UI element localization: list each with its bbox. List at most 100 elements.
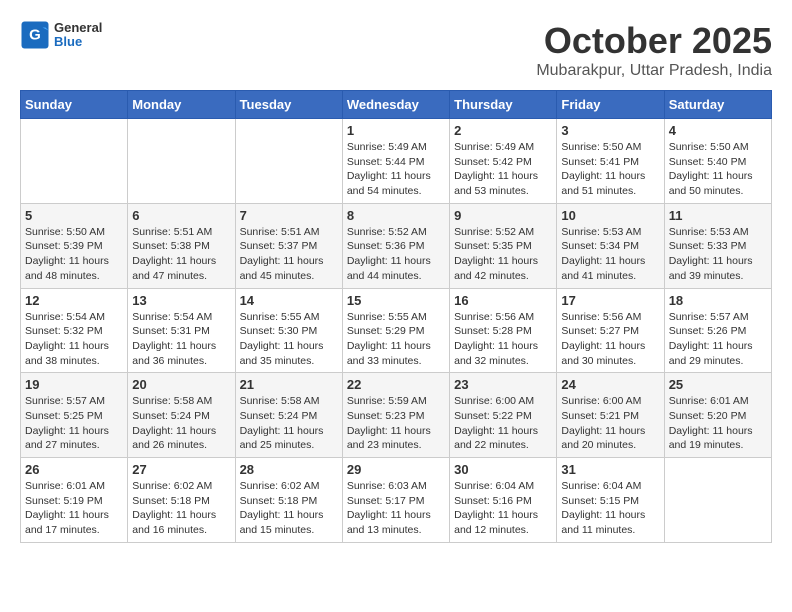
day-info: Sunrise: 6:02 AM Sunset: 5:18 PM Dayligh… — [240, 479, 338, 538]
calendar-cell: 5 Sunrise: 5:50 AM Sunset: 5:39 PM Daylig… — [21, 203, 128, 288]
calendar-cell: 18 Sunrise: 5:57 AM Sunset: 5:26 PM Dayli… — [664, 288, 771, 373]
calendar-cell: 4Sunrise: 5:50 AM Sunset: 5:40 PM Daylig… — [664, 119, 771, 204]
svg-text:G: G — [29, 27, 41, 44]
title-area: October 2025 Mubarakpur, Uttar Pradesh, … — [536, 20, 772, 80]
day-info: Sunrise: 5:50 AM Sunset: 5:39 PM Dayligh… — [25, 225, 123, 284]
calendar-week-4: 19Sunrise: 5:57 AM Sunset: 5:25 PM Dayli… — [21, 373, 772, 458]
day-header-monday: Monday — [128, 91, 235, 119]
calendar-cell — [235, 119, 342, 204]
calendar-week-3: 12 Sunrise: 5:54 AM Sunset: 5:32 PM Dayli… — [21, 288, 772, 373]
day-info: Sunrise: 5:49 AM Sunset: 5:42 PM Dayligh… — [454, 140, 552, 199]
calendar-cell: 19Sunrise: 5:57 AM Sunset: 5:25 PM Dayli… — [21, 373, 128, 458]
calendar-cell: 21 Sunrise: 5:58 AM Sunset: 5:24 PM Dayli… — [235, 373, 342, 458]
day-number: 1 — [347, 123, 445, 138]
day-info: Sunrise: 5:55 AM Sunset: 5:30 PM Dayligh… — [240, 310, 338, 369]
day-number: 5 — [25, 208, 123, 223]
day-number: 18 — [669, 293, 767, 308]
day-number: 10 — [561, 208, 659, 223]
calendar-cell — [128, 119, 235, 204]
day-info: Sunrise: 5:58 AM Sunset: 5:24 PM Dayligh… — [240, 394, 338, 453]
calendar-cell: 20 Sunrise: 5:58 AM Sunset: 5:24 PM Dayli… — [128, 373, 235, 458]
day-number: 15 — [347, 293, 445, 308]
day-number: 17 — [561, 293, 659, 308]
calendar-week-5: 26 Sunrise: 6:01 AM Sunset: 5:19 PM Dayli… — [21, 458, 772, 543]
day-info: Sunrise: 5:59 AM Sunset: 5:23 PM Dayligh… — [347, 394, 445, 453]
logo-blue: Blue — [54, 35, 102, 49]
day-header-wednesday: Wednesday — [342, 91, 449, 119]
day-info: Sunrise: 5:57 AM Sunset: 5:25 PM Dayligh… — [25, 394, 123, 453]
logo-icon: G — [20, 20, 50, 50]
calendar-cell: 16Sunrise: 5:56 AM Sunset: 5:28 PM Dayli… — [450, 288, 557, 373]
day-header-friday: Friday — [557, 91, 664, 119]
day-info: Sunrise: 5:50 AM Sunset: 5:40 PM Dayligh… — [669, 140, 767, 199]
calendar-cell: 11Sunrise: 5:53 AM Sunset: 5:33 PM Dayli… — [664, 203, 771, 288]
page-header: G General Blue October 2025 Mubarakpur, … — [20, 20, 772, 80]
day-info: Sunrise: 6:01 AM Sunset: 5:20 PM Dayligh… — [669, 394, 767, 453]
calendar-cell: 14 Sunrise: 5:55 AM Sunset: 5:30 PM Dayli… — [235, 288, 342, 373]
day-number: 24 — [561, 377, 659, 392]
day-number: 29 — [347, 462, 445, 477]
calendar-cell — [21, 119, 128, 204]
location-subtitle: Mubarakpur, Uttar Pradesh, India — [536, 62, 772, 80]
day-info: Sunrise: 6:00 AM Sunset: 5:22 PM Dayligh… — [454, 394, 552, 453]
day-info: Sunrise: 5:51 AM Sunset: 5:37 PM Dayligh… — [240, 225, 338, 284]
logo-general: General — [54, 21, 102, 35]
day-number: 14 — [240, 293, 338, 308]
calendar-header-row: SundayMondayTuesdayWednesdayThursdayFrid… — [21, 91, 772, 119]
calendar-cell: 1Sunrise: 5:49 AM Sunset: 5:44 PM Daylig… — [342, 119, 449, 204]
calendar-cell: 17 Sunrise: 5:56 AM Sunset: 5:27 PM Dayli… — [557, 288, 664, 373]
calendar-cell: 30Sunrise: 6:04 AM Sunset: 5:16 PM Dayli… — [450, 458, 557, 543]
calendar-cell: 9 Sunrise: 5:52 AM Sunset: 5:35 PM Daylig… — [450, 203, 557, 288]
calendar-cell: 6Sunrise: 5:51 AM Sunset: 5:38 PM Daylig… — [128, 203, 235, 288]
day-number: 11 — [669, 208, 767, 223]
calendar-cell: 25 Sunrise: 6:01 AM Sunset: 5:20 PM Dayli… — [664, 373, 771, 458]
day-info: Sunrise: 5:54 AM Sunset: 5:32 PM Dayligh… — [25, 310, 123, 369]
day-info: Sunrise: 5:55 AM Sunset: 5:29 PM Dayligh… — [347, 310, 445, 369]
day-number: 16 — [454, 293, 552, 308]
day-info: Sunrise: 5:54 AM Sunset: 5:31 PM Dayligh… — [132, 310, 230, 369]
day-info: Sunrise: 6:04 AM Sunset: 5:15 PM Dayligh… — [561, 479, 659, 538]
day-info: Sunrise: 6:01 AM Sunset: 5:19 PM Dayligh… — [25, 479, 123, 538]
day-header-saturday: Saturday — [664, 91, 771, 119]
day-info: Sunrise: 5:51 AM Sunset: 5:38 PM Dayligh… — [132, 225, 230, 284]
calendar-cell: 29 Sunrise: 6:03 AM Sunset: 5:17 PM Dayli… — [342, 458, 449, 543]
day-header-thursday: Thursday — [450, 91, 557, 119]
day-number: 21 — [240, 377, 338, 392]
day-info: Sunrise: 5:57 AM Sunset: 5:26 PM Dayligh… — [669, 310, 767, 369]
day-number: 8 — [347, 208, 445, 223]
day-number: 27 — [132, 462, 230, 477]
calendar-cell: 22Sunrise: 5:59 AM Sunset: 5:23 PM Dayli… — [342, 373, 449, 458]
calendar-week-1: 1Sunrise: 5:49 AM Sunset: 5:44 PM Daylig… — [21, 119, 772, 204]
day-number: 25 — [669, 377, 767, 392]
day-info: Sunrise: 6:03 AM Sunset: 5:17 PM Dayligh… — [347, 479, 445, 538]
logo: G General Blue — [20, 20, 102, 50]
calendar-table: SundayMondayTuesdayWednesdayThursdayFrid… — [20, 90, 772, 543]
day-number: 13 — [132, 293, 230, 308]
day-header-tuesday: Tuesday — [235, 91, 342, 119]
day-info: Sunrise: 5:50 AM Sunset: 5:41 PM Dayligh… — [561, 140, 659, 199]
day-number: 26 — [25, 462, 123, 477]
day-header-sunday: Sunday — [21, 91, 128, 119]
day-info: Sunrise: 5:52 AM Sunset: 5:35 PM Dayligh… — [454, 225, 552, 284]
day-info: Sunrise: 5:58 AM Sunset: 5:24 PM Dayligh… — [132, 394, 230, 453]
day-number: 12 — [25, 293, 123, 308]
day-number: 30 — [454, 462, 552, 477]
calendar-cell — [664, 458, 771, 543]
calendar-cell: 24Sunrise: 6:00 AM Sunset: 5:21 PM Dayli… — [557, 373, 664, 458]
calendar-cell: 15 Sunrise: 5:55 AM Sunset: 5:29 PM Dayli… — [342, 288, 449, 373]
day-info: Sunrise: 6:02 AM Sunset: 5:18 PM Dayligh… — [132, 479, 230, 538]
day-info: Sunrise: 5:56 AM Sunset: 5:27 PM Dayligh… — [561, 310, 659, 369]
calendar-cell: 13 Sunrise: 5:54 AM Sunset: 5:31 PM Dayli… — [128, 288, 235, 373]
calendar-cell: 10Sunrise: 5:53 AM Sunset: 5:34 PM Dayli… — [557, 203, 664, 288]
calendar-cell: 26 Sunrise: 6:01 AM Sunset: 5:19 PM Dayli… — [21, 458, 128, 543]
month-title: October 2025 — [536, 20, 772, 62]
calendar-cell: 27 Sunrise: 6:02 AM Sunset: 5:18 PM Dayli… — [128, 458, 235, 543]
day-info: Sunrise: 5:52 AM Sunset: 5:36 PM Dayligh… — [347, 225, 445, 284]
calendar-cell: 31Sunrise: 6:04 AM Sunset: 5:15 PM Dayli… — [557, 458, 664, 543]
day-number: 28 — [240, 462, 338, 477]
day-number: 7 — [240, 208, 338, 223]
day-number: 2 — [454, 123, 552, 138]
calendar-cell: 12 Sunrise: 5:54 AM Sunset: 5:32 PM Dayli… — [21, 288, 128, 373]
day-number: 9 — [454, 208, 552, 223]
day-number: 20 — [132, 377, 230, 392]
